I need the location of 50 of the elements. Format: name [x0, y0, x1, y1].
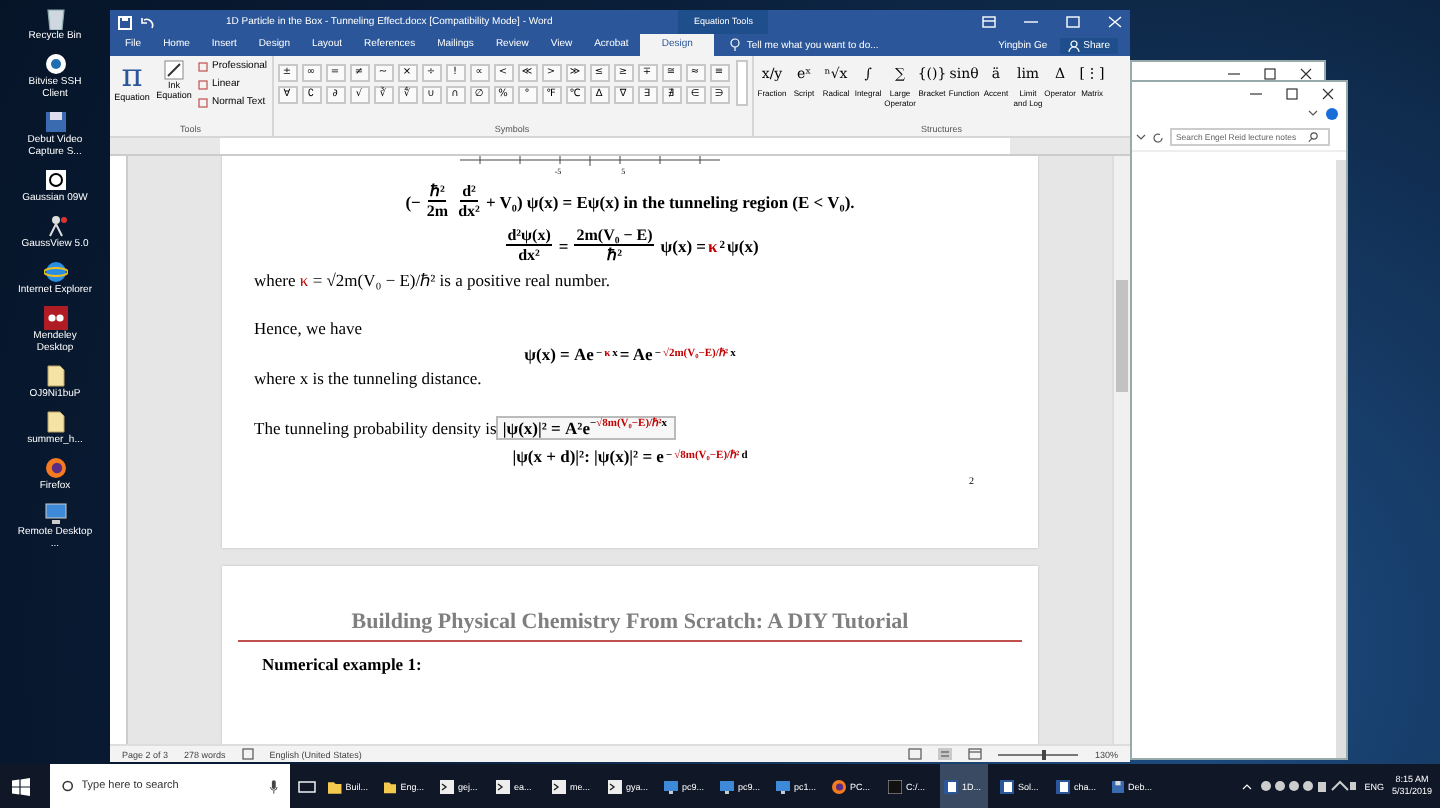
- close-icon[interactable]: [1300, 68, 1312, 80]
- tray-icons-drawing[interactable]: [1260, 780, 1357, 792]
- console-icon: [888, 779, 902, 793]
- file-icon: [43, 364, 67, 388]
- body-text: where x is the tunneling distance.: [254, 368, 482, 388]
- windows-logo-icon[interactable]: [12, 777, 30, 795]
- figure-icon: [43, 214, 67, 238]
- proofing-icon[interactable]: [241, 748, 254, 760]
- terminal-icon: [608, 779, 622, 793]
- body-text: where κ = √2m(V₀ − E)/ℏ² is a positive real number.: [254, 268, 611, 290]
- chevron-up-icon[interactable]: [1242, 782, 1253, 790]
- section-heading: Numerical example 1:: [262, 654, 424, 675]
- terminal-icon: [440, 779, 454, 793]
- refresh-icon[interactable]: [1152, 131, 1164, 143]
- firefox-icon: [832, 779, 846, 793]
- app-icon: [43, 306, 67, 330]
- body-text: The tunneling probability density is: [254, 418, 497, 438]
- save-icon[interactable]: [118, 15, 132, 29]
- person-icon: [1067, 39, 1080, 51]
- web-layout-icon[interactable]: [968, 748, 983, 760]
- chevron-down-icon[interactable]: [1308, 110, 1318, 118]
- monitor-icon: [776, 779, 790, 793]
- search-circle-icon: [62, 780, 74, 792]
- scrollbar[interactable]: [1112, 156, 1130, 744]
- document-heading: Building Physical Chemistry From Scratch: A DIY Tutorial: [238, 610, 1022, 643]
- terminal-icon: [496, 779, 510, 793]
- monitor-icon: [664, 779, 678, 793]
- print-layout-icon[interactable]: [938, 748, 953, 760]
- search-icon: [1308, 132, 1318, 142]
- scrollbar[interactable]: [1336, 160, 1346, 758]
- microphone-icon: [270, 779, 278, 793]
- lightbulb-icon: [730, 38, 741, 52]
- monitor-icon: [43, 502, 67, 526]
- pen-icon: [164, 60, 184, 80]
- recycle-bin-icon: [43, 6, 67, 30]
- firefox-icon: [43, 456, 67, 480]
- terminal-icon: [552, 779, 566, 793]
- chevron-down-icon[interactable]: [1136, 133, 1146, 141]
- monitor-icon: [720, 779, 734, 793]
- folder-icon: [328, 779, 342, 793]
- undo-icon[interactable]: [140, 15, 154, 29]
- read-mode-icon[interactable]: [908, 748, 923, 760]
- help-icon[interactable]: [1326, 108, 1338, 120]
- ribbon-display-icon[interactable]: [982, 16, 996, 28]
- folder-icon: [384, 779, 397, 793]
- task-view-icon[interactable]: [298, 779, 316, 793]
- body-text: Hence, we have: [254, 318, 363, 338]
- file-icon: [43, 410, 67, 434]
- minimize-icon[interactable]: [1024, 16, 1038, 28]
- close-icon[interactable]: [1322, 88, 1334, 100]
